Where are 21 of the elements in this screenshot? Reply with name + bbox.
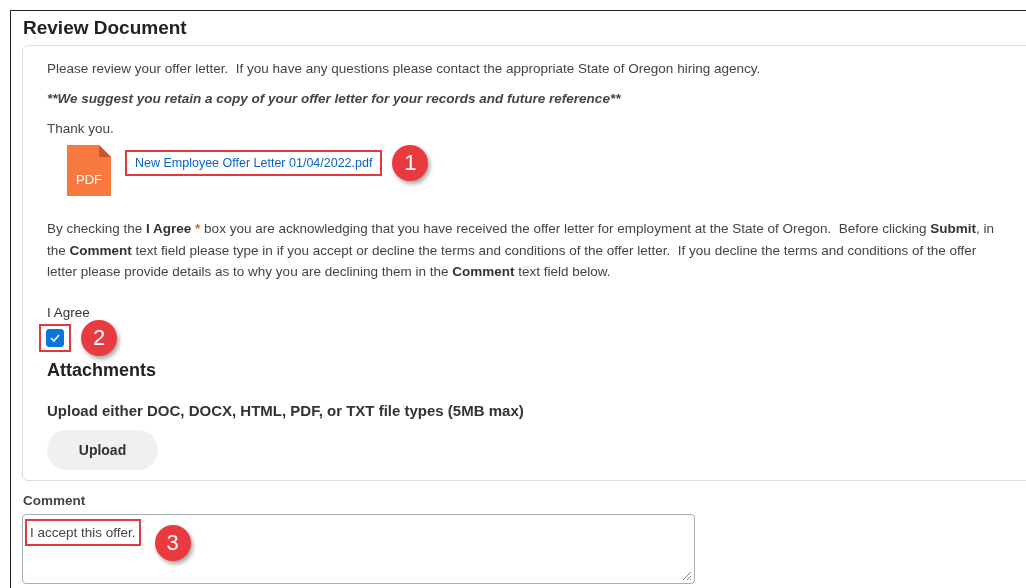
document-link[interactable]: New Employee Offer Letter 01/04/2022.pdf (125, 150, 383, 176)
upload-hint: Upload either DOC, DOCX, HTML, PDF, or TXT file types (5MB max) (47, 401, 524, 419)
comment-text: I accept this offer. (25, 518, 141, 546)
file-icon (67, 145, 111, 196)
resize-grip-icon[interactable] (682, 570, 692, 581)
file-type-label: PDF (75, 172, 103, 187)
comment-label: Comment (23, 492, 87, 508)
section-heading: Attachments (47, 359, 157, 381)
intro-text: Please review your offer letter. If you have any questions please contact the appropriate State of Oregon hiring agency. (47, 61, 761, 77)
callout-number: 1 (392, 145, 429, 181)
callout-number: 3 (154, 524, 191, 561)
page-title: Review Document (23, 17, 188, 39)
check-icon (50, 333, 60, 342)
agree-label: I Agree (47, 304, 90, 320)
upload-button[interactable]: Upload (47, 429, 158, 470)
callout-number: 2 (81, 319, 117, 356)
notice-text: **We suggest you retain a copy of your offer letter for your records and future reference** (47, 91, 621, 107)
instructions-text: By checking the I Agree * box you are acknowledging that you have received the offer letter for employment at the State of Oregon. Before clicking Submit, in the Comment text field please type in if you accept or decline the terms and conditions of the offer letter. If you decline the terms and conditions of the offer letter please provide details as to why you are declining them in the Comment text field below. (47, 220, 996, 281)
comment-field[interactable]: I accept this offer. 3 (22, 513, 695, 584)
thanks-text: Thank you. (47, 121, 114, 137)
agree-checkbox[interactable] (46, 328, 64, 347)
